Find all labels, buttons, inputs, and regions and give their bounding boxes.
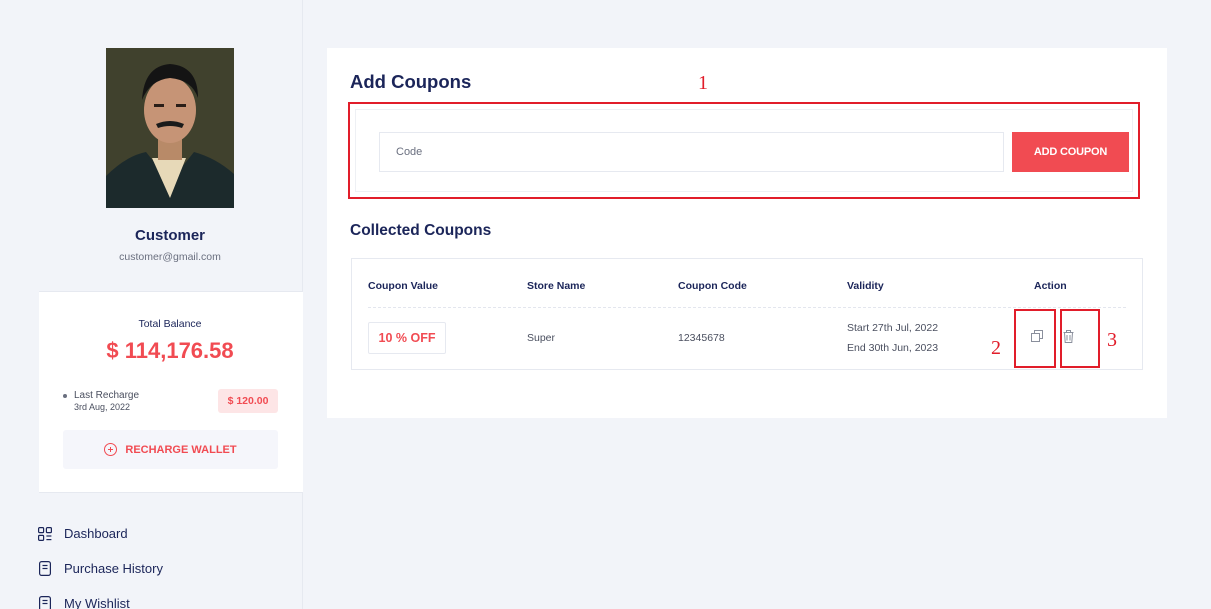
annotation-number-2: 2 [991, 337, 1001, 359]
coupon-code-input[interactable] [379, 132, 1004, 172]
sidebar-item-label: Purchase History [64, 561, 163, 576]
collected-coupons-title: Collected Coupons [350, 222, 492, 239]
sidebar-item-label: My Wishlist [64, 596, 130, 609]
copy-icon[interactable] [1030, 329, 1044, 343]
recharge-wallet-label: RECHARGE WALLET [125, 443, 237, 456]
add-coupon-highlight: ADD COUPON [348, 102, 1140, 199]
last-recharge-amount: $ 120.00 [218, 389, 278, 413]
column-header-coupon-code: Coupon Code [678, 280, 747, 292]
coupons-table: Coupon Value Store Name Coupon Code Vali… [351, 258, 1143, 370]
column-header-coupon-value: Coupon Value [368, 280, 439, 292]
annotation-number-1: 1 [698, 72, 708, 94]
add-coupon-button[interactable]: ADD COUPON [1012, 132, 1129, 172]
validity-end-cell: End 30th Jun, 2023 [847, 342, 939, 354]
last-recharge-label: Last Recharge [74, 390, 140, 401]
profile-email: customer@gmail.com [119, 251, 221, 263]
coupon-value-badge: 10 % OFF [368, 322, 446, 354]
add-coupon-form: ADD COUPON [355, 109, 1133, 192]
receipt-icon [38, 561, 52, 577]
column-header-validity: Validity [847, 280, 884, 292]
add-coupons-title: Add Coupons [350, 71, 472, 92]
table-divider [368, 307, 1126, 308]
plus-circle-icon [104, 443, 118, 456]
recharge-wallet-button[interactable]: RECHARGE WALLET [63, 430, 278, 469]
profile-name: Customer [134, 227, 205, 244]
receipt-icon [38, 596, 52, 609]
coupon-code-cell: 12345678 [678, 332, 725, 344]
sidebar-item-my-wishlist[interactable]: My Wishlist [38, 586, 163, 609]
wallet-card: Total Balance $ 114,176.58 Last Recharge… [39, 291, 303, 493]
sidebar-item-label: Dashboard [64, 526, 128, 541]
total-balance-label: Total Balance [138, 318, 202, 330]
bullet-icon [63, 394, 67, 398]
store-name-cell: Super [527, 332, 556, 344]
trash-icon[interactable] [1061, 329, 1075, 343]
sidebar-item-dashboard[interactable]: Dashboard [38, 516, 163, 551]
sidebar: Customer customer@gmail.com Total Balanc… [0, 0, 303, 609]
annotation-number-3: 3 [1107, 329, 1117, 351]
coupons-panel: Add Coupons 1 ADD COUPON Collected Coupo… [327, 48, 1167, 418]
column-header-action: Action [1034, 280, 1067, 292]
column-header-store-name: Store Name [527, 280, 586, 292]
avatar [106, 48, 234, 208]
dashboard-icon [38, 526, 52, 542]
avatar-photo [106, 48, 234, 208]
sidebar-item-purchase-history[interactable]: Purchase History [38, 551, 163, 586]
last-recharge-date: 3rd Aug, 2022 [74, 402, 131, 412]
total-balance-value: $ 114,176.58 [106, 338, 234, 363]
validity-start-cell: Start 27th Jul, 2022 [847, 322, 939, 334]
sidebar-nav: Dashboard Purchase History My Wishlist [38, 516, 163, 609]
